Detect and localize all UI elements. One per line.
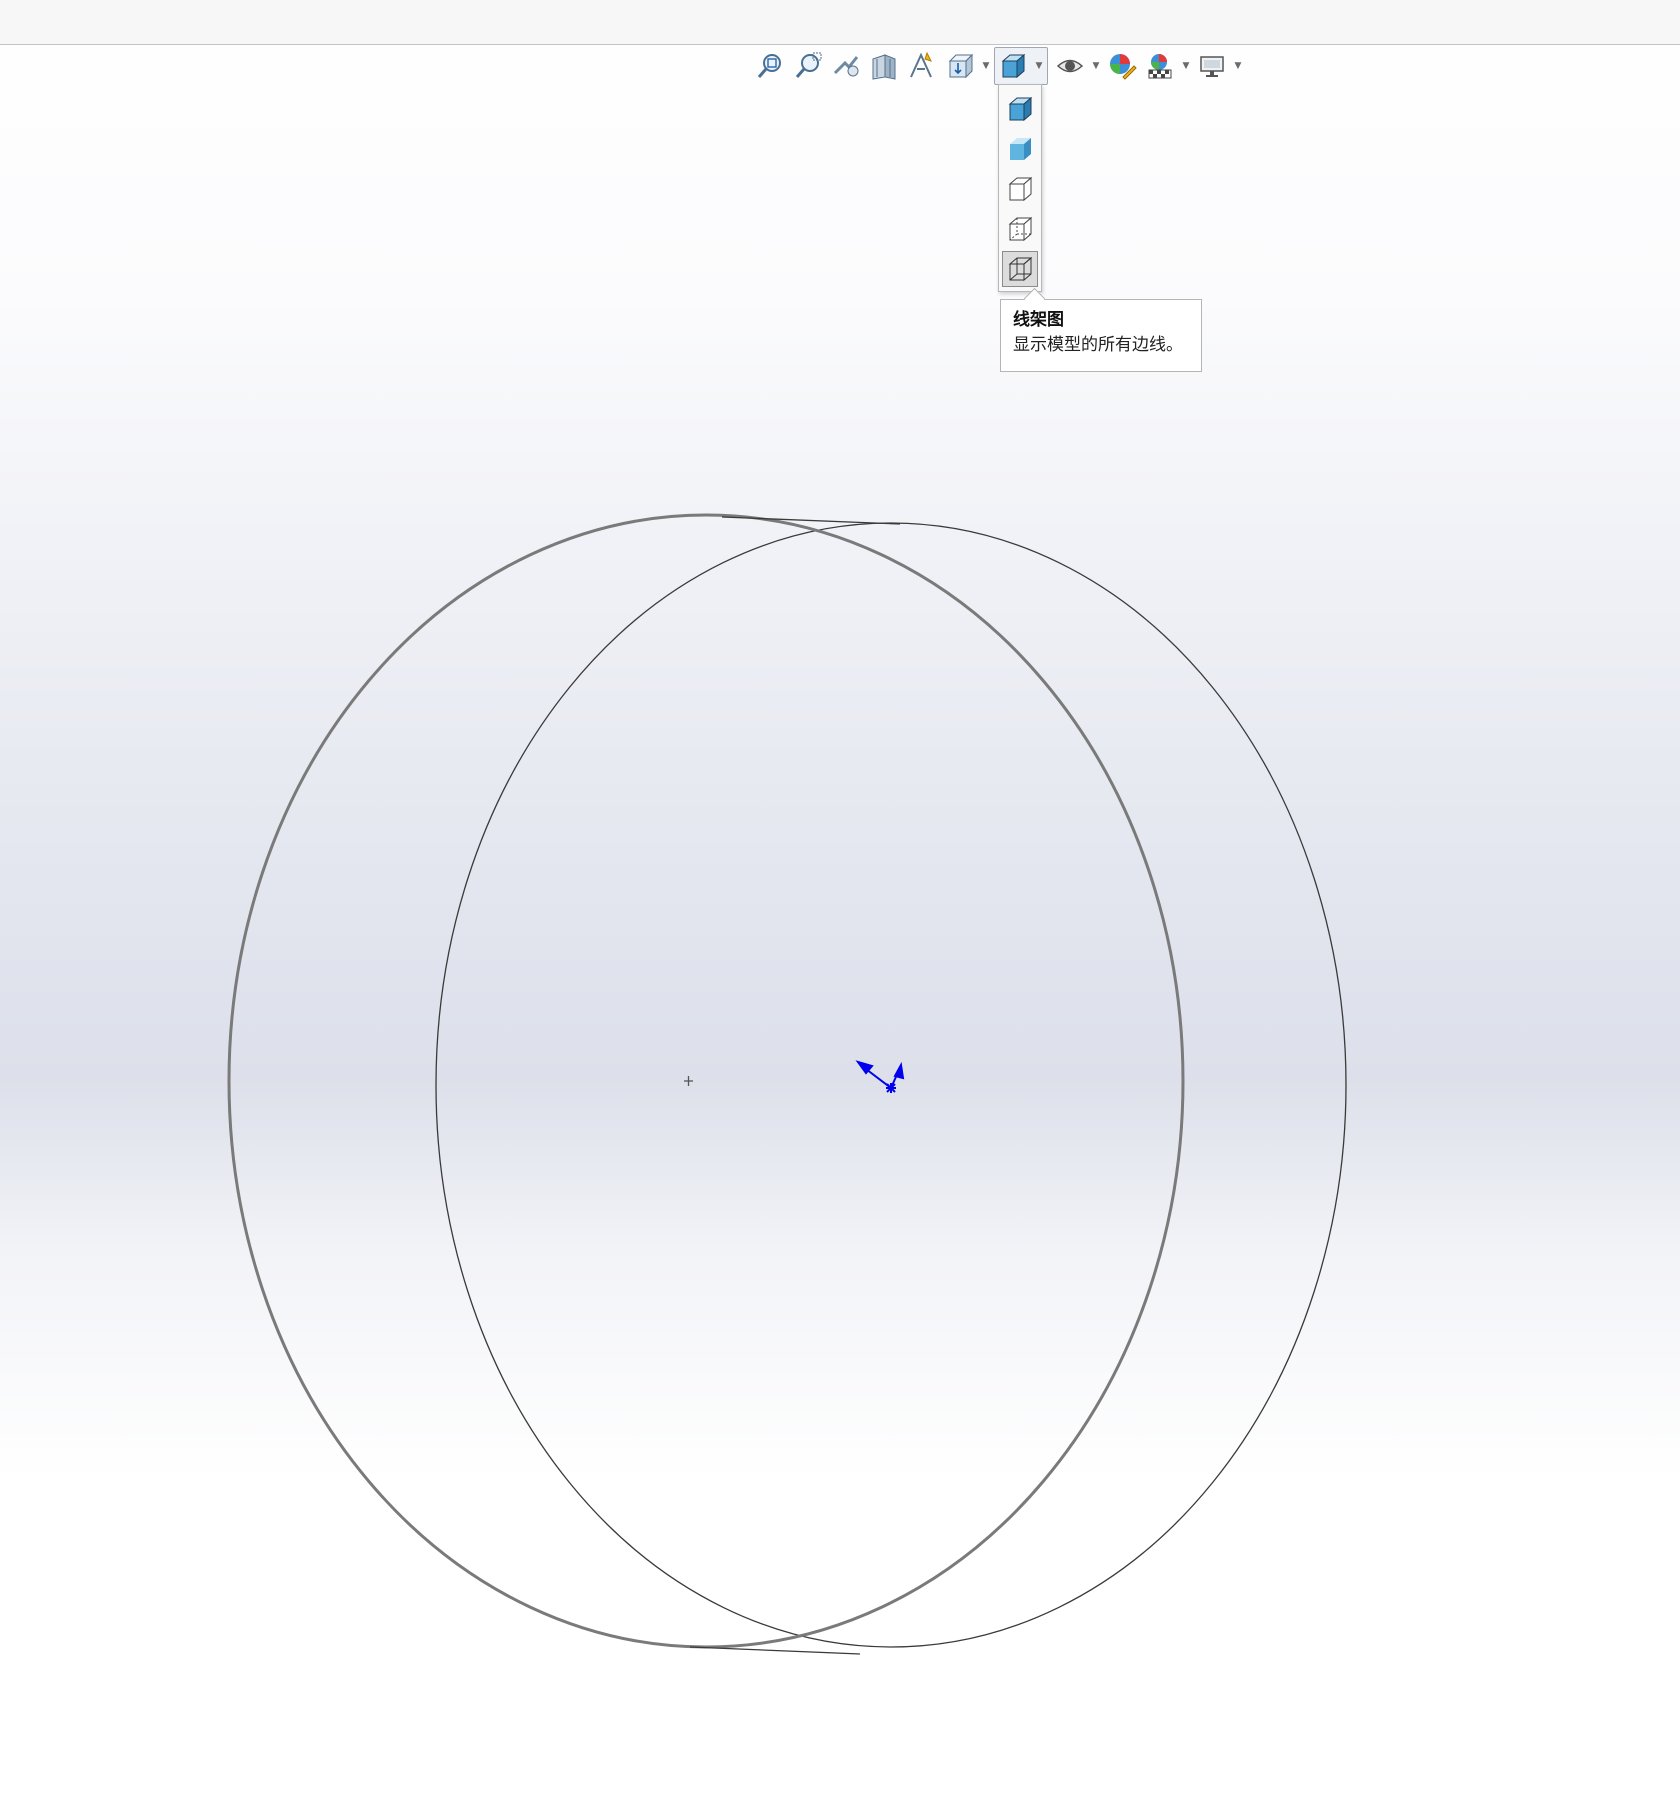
origin-marker — [684, 1076, 693, 1086]
zoom-to-fit-icon[interactable] — [752, 49, 788, 83]
apply-scene-icon[interactable] — [1142, 49, 1178, 83]
shaded-icon[interactable] — [1002, 131, 1038, 167]
heads-up-view-toolbar: ▼ ▼ ▼ ▼ ▼ — [752, 47, 1246, 85]
display-style-dropdown-icon[interactable]: ▼ — [1033, 49, 1045, 83]
model-silhouette-bottom — [689, 1646, 861, 1655]
edit-appearance-icon[interactable] — [1104, 49, 1140, 83]
tooltip-title: 线架图 — [1013, 310, 1064, 330]
previous-view-icon[interactable] — [828, 49, 864, 83]
wireframe-icon[interactable] — [1002, 251, 1038, 287]
apply-scene-dropdown-icon[interactable]: ▼ — [1180, 49, 1192, 83]
zoom-to-area-icon[interactable] — [790, 49, 826, 83]
shaded-with-edges-icon[interactable] — [1002, 91, 1038, 127]
hide-show-items-icon[interactable] — [1052, 49, 1088, 83]
section-view-icon[interactable] — [866, 49, 902, 83]
display-style-flyout — [998, 84, 1042, 292]
hidden-lines-removed-icon[interactable] — [1002, 171, 1038, 207]
view-settings-icon[interactable] — [1194, 49, 1230, 83]
model-silhouette-top — [721, 516, 901, 525]
graphics-area[interactable] — [0, 0, 1680, 1811]
display-style-button[interactable]: ▼ — [994, 47, 1048, 85]
hidden-lines-visible-icon[interactable] — [1002, 211, 1038, 247]
reference-triad — [855, 1060, 905, 1093]
tooltip: 线架图 显示模型的所有边线。 — [1000, 287, 1202, 372]
view-orientation-dropdown-icon[interactable]: ▼ — [980, 49, 992, 83]
view-settings-dropdown-icon[interactable]: ▼ — [1232, 49, 1244, 83]
hide-show-dropdown-icon[interactable]: ▼ — [1090, 49, 1102, 83]
display-style-icon[interactable] — [995, 49, 1031, 83]
dynamic-annotation-icon[interactable] — [904, 49, 940, 83]
model-front-edge — [227, 513, 1185, 1649]
tooltip-description: 显示模型的所有边线。 — [1013, 335, 1183, 355]
view-orientation-icon[interactable] — [942, 49, 978, 83]
